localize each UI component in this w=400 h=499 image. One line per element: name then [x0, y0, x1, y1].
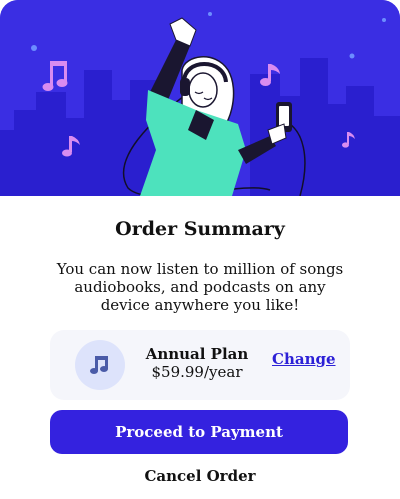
- plan-details: Annual Plan $59.99/year: [142, 345, 252, 381]
- order-summary-card: Order Summary You can now listen to mill…: [0, 0, 400, 499]
- page-title: Order Summary: [115, 218, 285, 240]
- plan-card: Annual Plan $59.99/year Change: [50, 330, 350, 400]
- summary-content: Order Summary You can now listen to mill…: [0, 196, 400, 499]
- plan-name: Annual Plan: [145, 345, 249, 363]
- music-note-icon: [90, 356, 108, 374]
- hero-svg: [0, 0, 400, 196]
- plan-price: $59.99/year: [151, 363, 243, 381]
- plan-icon: [75, 340, 125, 390]
- proceed-to-payment-button[interactable]: Proceed to Payment: [50, 410, 348, 454]
- change-plan-link[interactable]: Change: [272, 350, 336, 368]
- summary-description: You can now listen to million of songs a…: [56, 260, 344, 314]
- hero-illustration: [0, 0, 400, 196]
- cancel-order-button[interactable]: Cancel Order: [100, 464, 300, 488]
